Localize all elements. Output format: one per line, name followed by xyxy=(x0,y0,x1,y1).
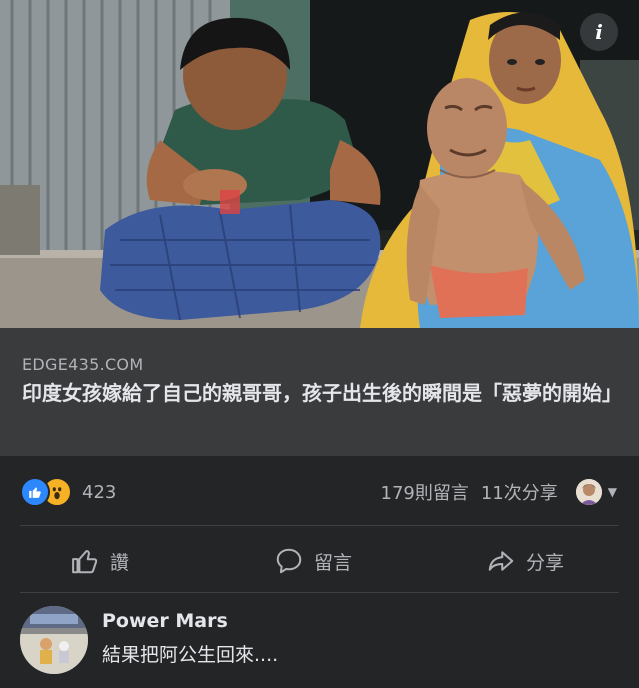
post-stats: 179則留言 11次分享 ▼ xyxy=(381,477,617,507)
share-arrow-icon xyxy=(488,551,514,571)
share-count[interactable]: 11次分享 xyxy=(481,479,558,505)
divider xyxy=(20,592,619,593)
comment-button[interactable]: 留言 xyxy=(274,533,352,589)
like-button[interactable]: 讚 xyxy=(70,533,129,589)
photo-illustration xyxy=(0,0,639,328)
like-button-label: 讚 xyxy=(110,551,130,574)
link-title[interactable]: 印度女孩嫁給了自己的親哥哥，孩子出生後的瞬間是「惡夢的開始」 xyxy=(22,380,622,406)
info-icon[interactable]: i xyxy=(580,13,618,51)
share-button-label: 分享 xyxy=(526,551,565,574)
reaction-count: 423 xyxy=(82,481,117,503)
facebook-post: i EDGE435.COM 印度女孩嫁給了自己的親哥哥，孩子出生後的瞬間是「惡夢… xyxy=(0,0,639,688)
like-icon xyxy=(20,477,50,507)
chevron-down-icon[interactable]: ▼ xyxy=(608,485,617,499)
divider xyxy=(20,525,619,526)
viewer-avatar[interactable] xyxy=(575,479,602,505)
comment-author[interactable]: Power Mars xyxy=(102,610,228,632)
comment-count[interactable]: 179則留言 xyxy=(381,479,469,505)
speech-bubble-icon xyxy=(276,548,302,574)
thumbs-up-icon xyxy=(72,550,98,574)
share-button[interactable]: 分享 xyxy=(486,533,564,589)
link-domain[interactable]: EDGE435.COM xyxy=(22,355,143,374)
avatar[interactable] xyxy=(20,606,88,674)
link-preview-image[interactable]: i xyxy=(0,0,639,328)
reactions-summary[interactable]: 423 xyxy=(20,477,116,507)
action-bar: 讚 留言 分享 xyxy=(0,533,639,589)
comment-button-label: 留言 xyxy=(314,551,353,574)
comment-text: 結果把阿公生回來.... xyxy=(102,644,279,666)
